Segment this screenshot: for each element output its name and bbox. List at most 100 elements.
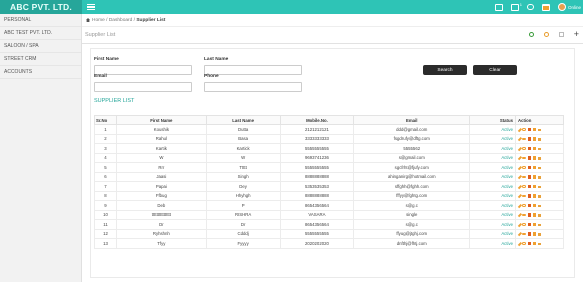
calendar-icon[interactable] <box>532 184 537 189</box>
sidebar-item-abc-test[interactable]: ABC TEST PVT. LTD. <box>0 27 81 40</box>
delete-icon[interactable] <box>527 203 532 208</box>
list-icon[interactable] <box>537 137 542 141</box>
breadcrumb-dashboard[interactable]: Dashboard <box>109 18 132 23</box>
cell-status[interactable]: Active <box>469 228 517 239</box>
cell-status[interactable]: Active <box>469 171 517 182</box>
edit-icon[interactable] <box>517 127 522 132</box>
link-icon[interactable] <box>522 137 527 141</box>
list-icon[interactable] <box>537 165 542 170</box>
clear-button[interactable]: Clear <box>473 65 517 75</box>
edit-icon[interactable] <box>517 222 522 227</box>
sidebar-item-accounts[interactable]: ACCOUNTS <box>0 66 81 79</box>
cell-status[interactable]: Active <box>469 143 517 154</box>
edit-icon[interactable] <box>517 146 522 151</box>
search-button[interactable]: Search <box>423 65 467 75</box>
delete-icon[interactable] <box>527 184 532 189</box>
list-icon[interactable] <box>537 213 542 217</box>
edit-icon[interactable] <box>517 156 522 161</box>
sidebar-item-saloon-spa[interactable]: SALOON / SPA <box>0 40 81 53</box>
cell-status[interactable]: Active <box>469 152 517 163</box>
avatar[interactable] <box>557 3 566 11</box>
close-icon[interactable] <box>558 32 564 37</box>
cell-status[interactable]: Active <box>469 219 517 230</box>
delete-icon[interactable] <box>527 222 532 227</box>
calendar-icon[interactable] <box>532 175 537 179</box>
first-name-field[interactable] <box>94 65 192 75</box>
contact-card-icon[interactable] <box>494 3 503 11</box>
link-icon[interactable] <box>522 185 527 188</box>
edit-icon[interactable] <box>517 184 522 189</box>
list-icon[interactable] <box>537 156 542 160</box>
edit-icon[interactable] <box>517 175 522 180</box>
calendar-icon[interactable] <box>532 127 537 132</box>
cell-status[interactable]: Active <box>469 124 517 135</box>
link-icon[interactable] <box>522 223 527 226</box>
list-icon[interactable] <box>537 222 542 227</box>
link-icon[interactable] <box>522 194 527 198</box>
calendar-icon[interactable] <box>532 146 537 151</box>
link-icon[interactable] <box>522 204 527 207</box>
flag-icon[interactable]: 1 <box>510 2 522 11</box>
calendar-icon[interactable] <box>532 156 537 160</box>
brand-logo[interactable]: ABC PVT. LTD. <box>0 0 82 14</box>
delete-icon[interactable] <box>527 232 532 236</box>
calendar-icon[interactable] <box>532 213 537 217</box>
delete-icon[interactable] <box>527 137 532 141</box>
collapse-icon[interactable] <box>543 32 549 37</box>
delete-icon[interactable] <box>527 241 532 246</box>
cell-status[interactable]: Active <box>469 133 517 144</box>
link-icon[interactable] <box>522 147 527 150</box>
edit-icon[interactable] <box>517 203 522 208</box>
cell-status[interactable]: Active <box>469 209 517 220</box>
sidebar-item-personal[interactable]: PERSONAL <box>0 14 81 27</box>
edit-icon[interactable] <box>517 232 522 237</box>
delete-icon[interactable] <box>527 175 532 179</box>
link-icon[interactable] <box>522 232 527 236</box>
edit-icon[interactable] <box>517 213 522 218</box>
user-name[interactable]: Online <box>568 5 581 10</box>
list-icon[interactable] <box>537 184 542 189</box>
email-field[interactable] <box>94 82 192 92</box>
chat-icon[interactable] <box>526 4 534 10</box>
calendar-icon[interactable] <box>532 222 537 227</box>
cell-status[interactable]: Active <box>469 190 517 201</box>
calendar-icon[interactable] <box>532 137 537 141</box>
delete-icon[interactable] <box>527 156 532 160</box>
list-icon[interactable] <box>537 203 542 208</box>
menu-icon[interactable] <box>87 3 95 11</box>
edit-icon[interactable] <box>517 194 522 199</box>
delete-icon[interactable] <box>527 213 532 217</box>
cell-status[interactable]: Active <box>469 162 517 173</box>
list-icon[interactable] <box>537 175 542 179</box>
delete-icon[interactable] <box>527 194 532 198</box>
list-icon[interactable] <box>537 127 542 132</box>
edit-icon[interactable] <box>517 137 522 142</box>
link-icon[interactable] <box>522 166 527 169</box>
link-icon[interactable] <box>522 128 527 131</box>
link-icon[interactable] <box>522 175 527 179</box>
link-icon[interactable] <box>522 213 527 217</box>
delete-icon[interactable] <box>527 165 532 170</box>
home-icon[interactable] <box>86 18 90 22</box>
phone-field[interactable] <box>204 82 302 92</box>
list-icon[interactable] <box>537 194 542 198</box>
calendar-icon[interactable] <box>532 232 537 236</box>
calendar-icon[interactable] <box>532 194 537 198</box>
sidebar-item-street-crm[interactable]: STREET CRM <box>0 53 81 66</box>
delete-icon[interactable] <box>527 127 532 132</box>
delete-icon[interactable] <box>527 146 532 151</box>
calendar-icon[interactable] <box>532 241 537 246</box>
cell-status[interactable]: Active <box>469 238 517 249</box>
list-icon[interactable] <box>537 232 542 236</box>
list-icon[interactable] <box>537 241 542 246</box>
calendar-icon[interactable] <box>532 203 537 208</box>
link-icon[interactable] <box>522 156 527 160</box>
link-icon[interactable] <box>522 242 527 245</box>
breadcrumb-home[interactable]: Home <box>92 18 105 23</box>
refresh-icon[interactable] <box>528 32 534 37</box>
list-icon[interactable] <box>537 146 542 151</box>
cell-status[interactable]: Active <box>469 200 517 211</box>
edit-icon[interactable] <box>517 165 522 170</box>
add-icon[interactable]: + <box>574 30 579 39</box>
calendar-icon[interactable] <box>532 165 537 170</box>
